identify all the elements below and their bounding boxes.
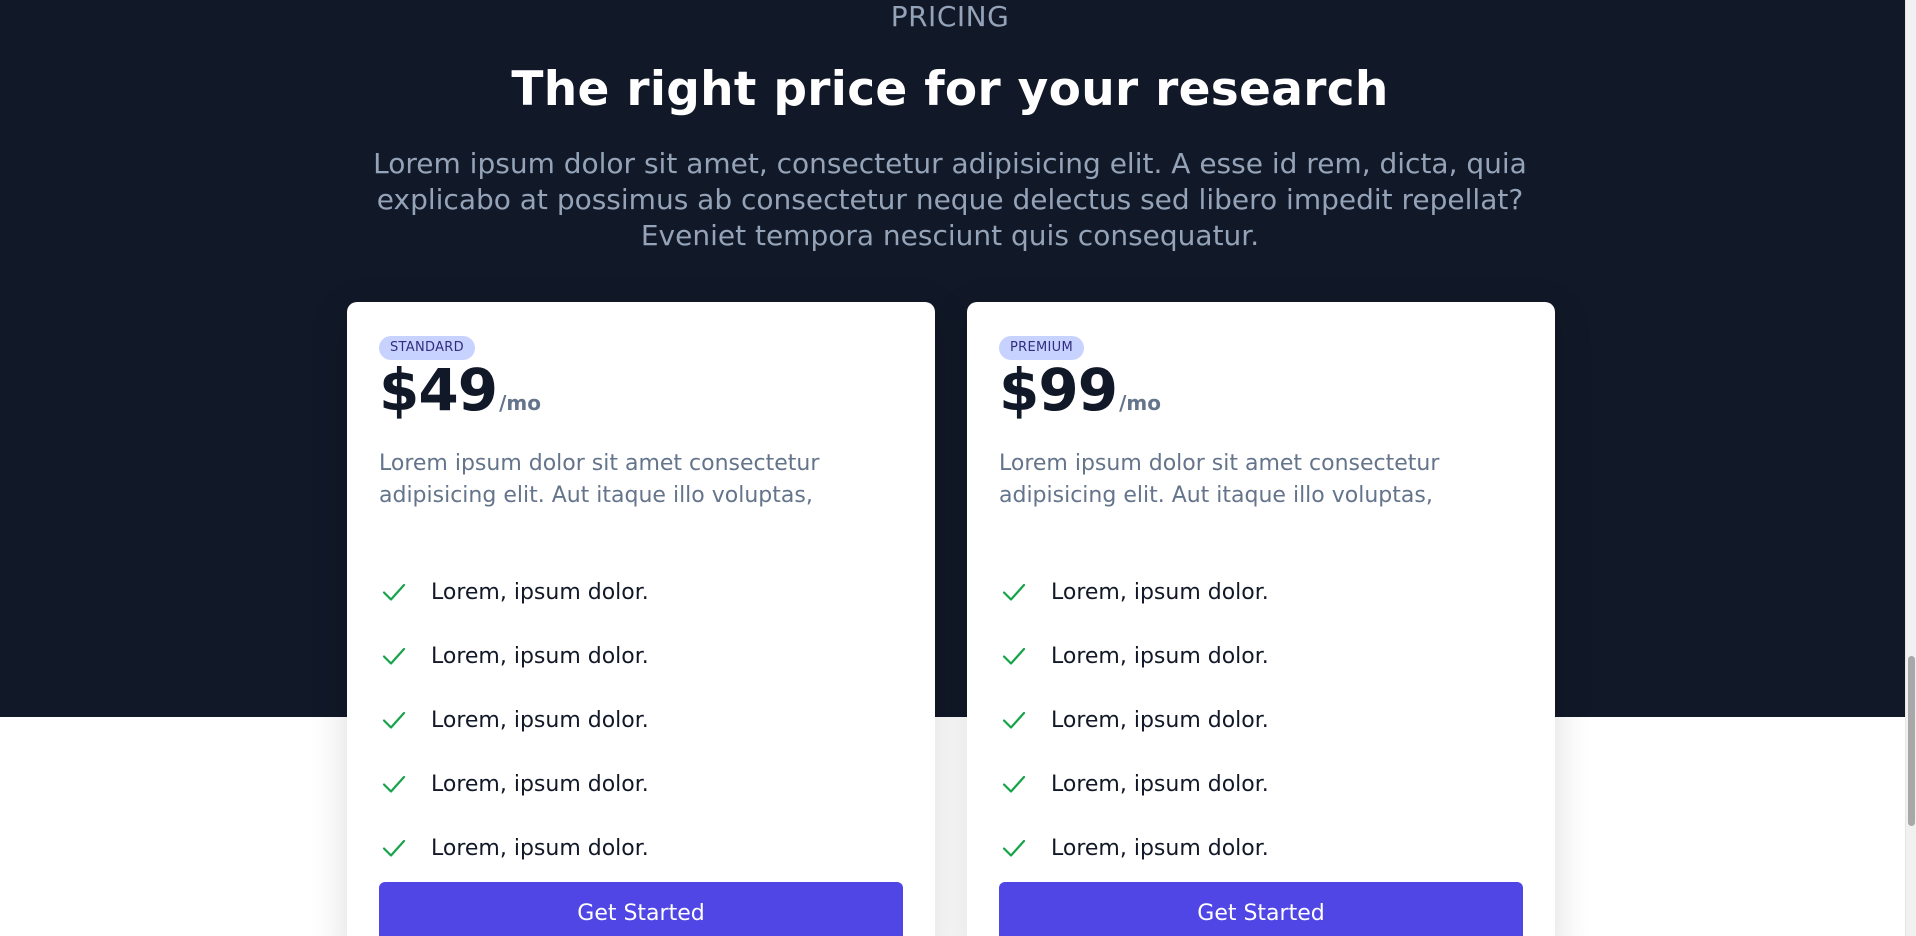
feature-label: Lorem, ipsum dolor. bbox=[1051, 579, 1269, 605]
feature-item: Lorem, ipsum dolor. bbox=[379, 560, 899, 624]
check-icon bbox=[999, 577, 1029, 607]
feature-label: Lorem, ipsum dolor. bbox=[1051, 771, 1269, 797]
plan-description: Lorem ipsum dolor sit amet consectetur a… bbox=[379, 451, 820, 508]
page-scrollbar[interactable] bbox=[1905, 0, 1916, 936]
feature-item: Lorem, ipsum dolor. bbox=[379, 624, 899, 688]
feature-label: Lorem, ipsum dolor. bbox=[1051, 707, 1269, 733]
price-amount: $49 bbox=[379, 356, 498, 424]
price-period: /mo bbox=[499, 391, 541, 415]
get-started-button[interactable]: Get Started bbox=[999, 882, 1523, 936]
feature-label: Lorem, ipsum dolor. bbox=[1051, 835, 1269, 861]
check-icon bbox=[379, 641, 409, 671]
feature-item: Lorem, ipsum dolor. bbox=[999, 560, 1519, 624]
feature-label: Lorem, ipsum dolor. bbox=[431, 579, 649, 605]
feature-item: Lorem, ipsum dolor. bbox=[999, 624, 1519, 688]
check-icon bbox=[999, 705, 1029, 735]
feature-list: Lorem, ipsum dolor. Lorem, ipsum dolor. … bbox=[999, 560, 1519, 880]
section-lead: Lorem ipsum dolor sit amet, consectetur … bbox=[373, 147, 1527, 252]
get-started-button[interactable]: Get Started bbox=[379, 882, 903, 936]
plan-price: $49 /mo bbox=[379, 356, 541, 424]
price-amount: $99 bbox=[999, 356, 1118, 424]
feature-item: Lorem, ipsum dolor. bbox=[999, 816, 1519, 880]
pricing-card-premium: PREMIUM $99 /mo Lorem ipsum dolor sit am… bbox=[967, 302, 1555, 936]
pricing-card-standard: STANDARD $49 /mo Lorem ipsum dolor sit a… bbox=[347, 302, 935, 936]
feature-item: Lorem, ipsum dolor. bbox=[999, 688, 1519, 752]
feature-item: Lorem, ipsum dolor. bbox=[999, 752, 1519, 816]
plan-description: Lorem ipsum dolor sit amet consectetur a… bbox=[999, 451, 1440, 508]
feature-label: Lorem, ipsum dolor. bbox=[431, 771, 649, 797]
section-headline: The right price for your research bbox=[511, 62, 1389, 117]
check-icon bbox=[379, 769, 409, 799]
feature-label: Lorem, ipsum dolor. bbox=[431, 835, 649, 861]
feature-item: Lorem, ipsum dolor. bbox=[379, 816, 899, 880]
check-icon bbox=[379, 833, 409, 863]
feature-list: Lorem, ipsum dolor. Lorem, ipsum dolor. … bbox=[379, 560, 899, 880]
check-icon bbox=[999, 769, 1029, 799]
check-icon bbox=[379, 705, 409, 735]
feature-item: Lorem, ipsum dolor. bbox=[379, 752, 899, 816]
check-icon bbox=[999, 641, 1029, 671]
feature-item: Lorem, ipsum dolor. bbox=[379, 688, 899, 752]
check-icon bbox=[379, 577, 409, 607]
feature-label: Lorem, ipsum dolor. bbox=[431, 643, 649, 669]
price-period: /mo bbox=[1119, 391, 1161, 415]
check-icon bbox=[999, 833, 1029, 863]
scrollbar-thumb[interactable] bbox=[1908, 656, 1915, 826]
plan-price: $99 /mo bbox=[999, 356, 1161, 424]
feature-label: Lorem, ipsum dolor. bbox=[431, 707, 649, 733]
section-eyebrow: PRICING bbox=[890, 0, 1010, 33]
feature-label: Lorem, ipsum dolor. bbox=[1051, 643, 1269, 669]
